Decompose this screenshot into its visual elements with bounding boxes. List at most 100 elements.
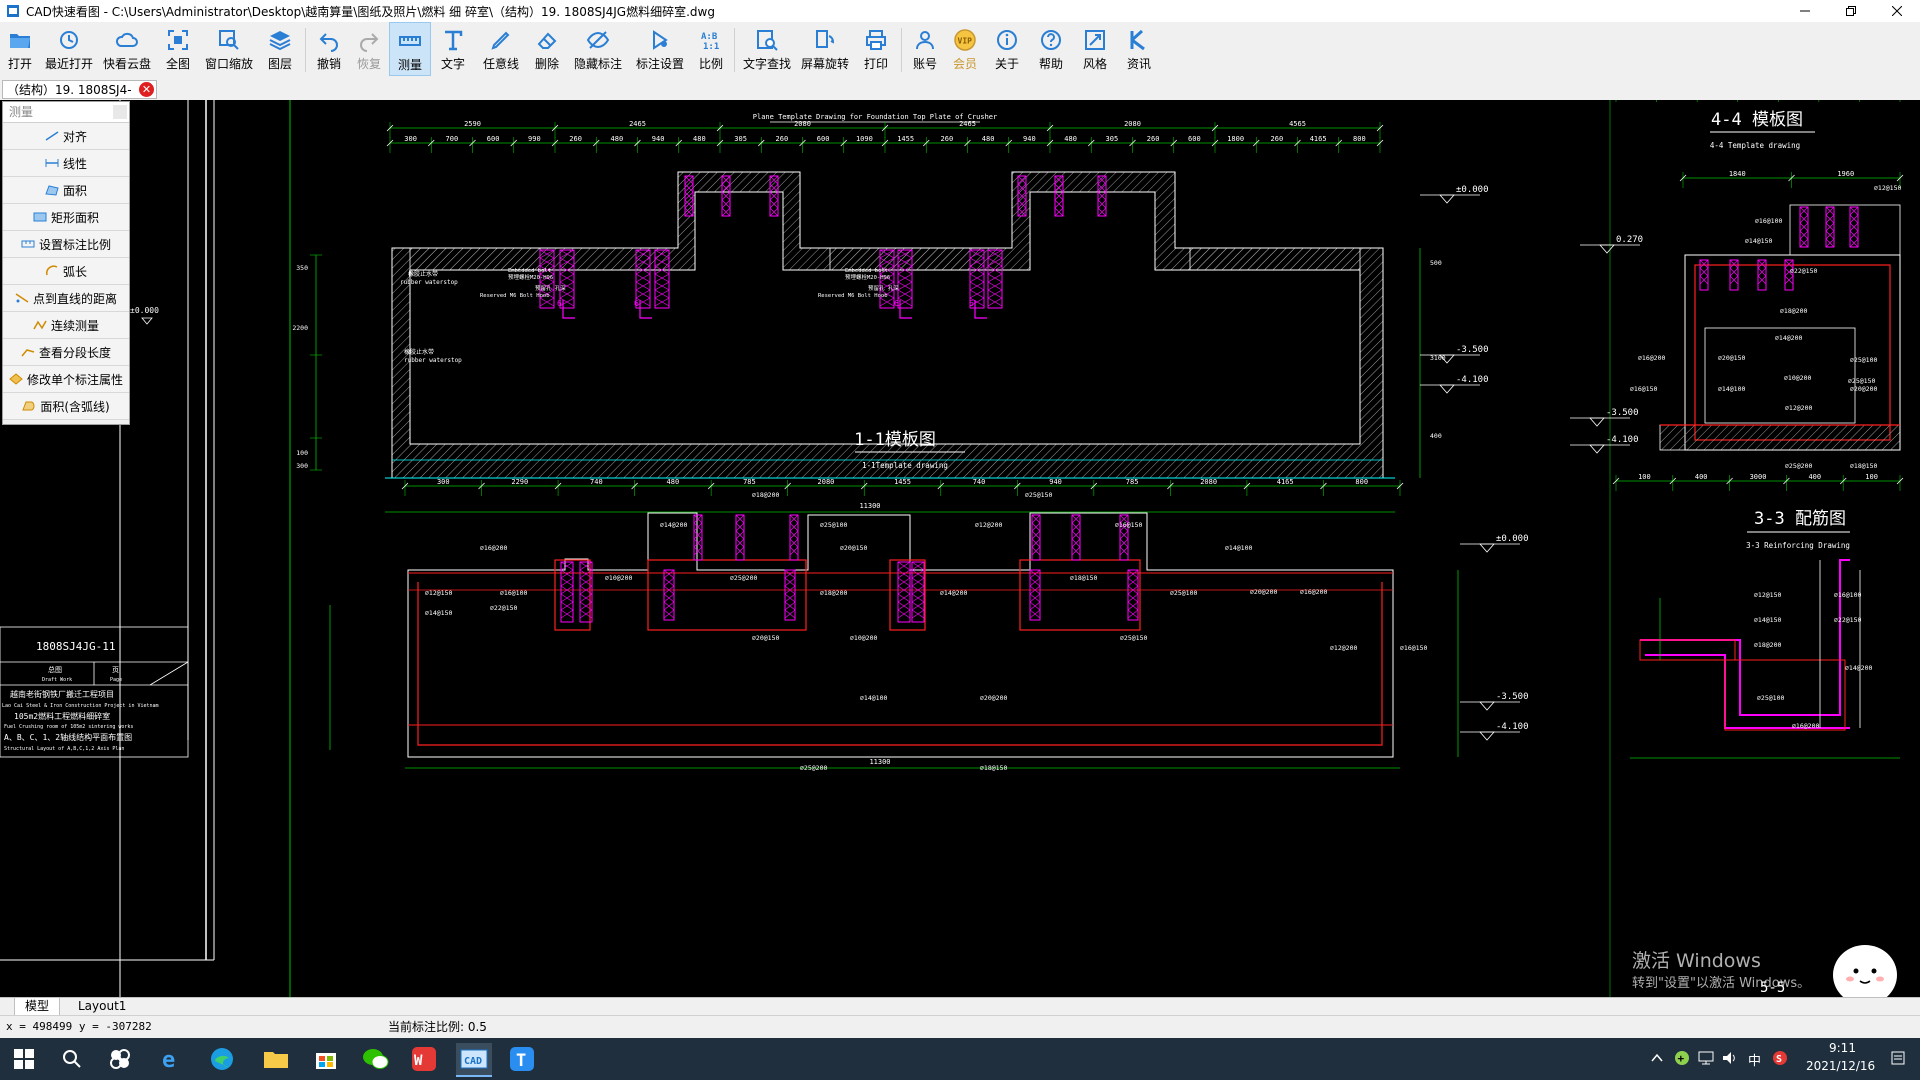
folder-icon [264, 1052, 288, 1068]
rebar-label: ⌀16@100 [1834, 591, 1861, 599]
section-5-label: 5-5 [1760, 980, 1786, 996]
svg-text:VIP: VIP [958, 37, 973, 46]
rebar-label: ⌀14@200 [940, 589, 967, 597]
section-mark-text: 6 [557, 299, 562, 308]
measure-button[interactable]: 测量 [389, 22, 431, 76]
tab-layout1[interactable]: Layout1 [68, 998, 136, 1015]
hide-annotation-button[interactable]: 隐藏标注 [567, 22, 629, 76]
measure-linear[interactable]: 线性 [3, 150, 129, 177]
tab-close-icon[interactable]: ✕ [139, 82, 154, 97]
tray-app-icon[interactable]: + [1674, 1050, 1690, 1066]
section-mark-text: 6 [894, 299, 899, 308]
elevation-text: -3.500 [1606, 408, 1639, 418]
network-icon[interactable] [1698, 1050, 1714, 1066]
account-button[interactable]: 账号 [905, 22, 945, 76]
fit-all-button[interactable]: 全图 [156, 22, 200, 76]
document-tab[interactable]: （结构）19. 1808SJ4- ✕ [2, 80, 157, 99]
measure-area-arc[interactable]: 面积(含弧线) [3, 393, 129, 420]
measure-panel-close-button[interactable] [113, 105, 127, 119]
project-name-en: Lao Cai Steel & Iron Construction Projec… [2, 703, 159, 709]
style-button[interactable]: 风格 [1073, 22, 1117, 76]
zoom-window-button[interactable]: 窗口缩放 [200, 22, 258, 76]
measure-segment-length[interactable]: 查看分段长度 [3, 339, 129, 366]
wechat-button[interactable] [360, 1043, 392, 1075]
rebar-label: ⌀25@150 [1025, 491, 1052, 499]
recent-button[interactable]: 最近打开 [40, 22, 98, 76]
antivirus-tray-icon[interactable]: S [1772, 1050, 1788, 1066]
section-4-4-rebar-cage [1694, 264, 1891, 441]
dimension-text: 4165 [1310, 135, 1327, 143]
delete-button[interactable]: 删除 [527, 22, 567, 76]
redo-button[interactable]: 恢复 [349, 22, 389, 76]
news-button[interactable]: 资讯 [1117, 22, 1161, 76]
print-button[interactable]: 打印 [854, 22, 898, 76]
svg-text:1:1: 1:1 [703, 42, 719, 52]
plate-bay [1189, 247, 1361, 271]
text-search-button[interactable]: 文字查找 [738, 22, 796, 76]
reserve-label: 预留孔 孔深 [868, 284, 899, 292]
title-bar: CAD快速看图 - C:\Users\Administrator\Desktop… [0, 0, 1920, 23]
edge-icon [211, 1048, 233, 1070]
dimension-text: 1090 [856, 135, 873, 143]
measure-area[interactable]: 面积 [3, 177, 129, 204]
text-button[interactable]: 文字 [431, 22, 475, 76]
drawing-canvas[interactable]: C ±0.000 1808SJ4JG-11 总图 Draft Work 页 Pa… [0, 100, 1920, 997]
measure-set-scale[interactable]: 设置标注比例 [3, 231, 129, 258]
annotation-settings-button[interactable]: 标注设置 [629, 22, 691, 76]
wps-button[interactable]: W [408, 1043, 440, 1075]
rotate-screen-button[interactable]: 屏幕旋转 [796, 22, 854, 76]
measure-point-to-line[interactable]: 点到直线的距离 [3, 285, 129, 312]
elevation-triangle [1589, 444, 1605, 454]
chevron-up-icon[interactable] [1651, 1052, 1663, 1064]
measure-arc-length[interactable]: 弧长 [3, 258, 129, 285]
ie-taskbar-button[interactable]: e [156, 1043, 188, 1075]
rebar-label: ⌀14@200 [1775, 334, 1802, 342]
freeline-button[interactable]: 任意线 [475, 22, 527, 76]
search-button[interactable] [56, 1043, 88, 1075]
section-1-1-bottom-dim-text: 11300 [869, 758, 890, 766]
measure-segment-length-label: 查看分段长度 [38, 345, 111, 360]
layers-button[interactable]: 图层 [258, 22, 302, 76]
dimension-text: 305 [734, 135, 747, 143]
about-label: 关于 [994, 57, 1019, 71]
cad-viewer-taskbar-button[interactable]: CAD [456, 1043, 492, 1077]
measure-edit-annotation[interactable]: 修改单个标注属性 [3, 366, 129, 393]
about-button[interactable]: 关于 [985, 22, 1029, 76]
wps-icon: W [412, 1047, 436, 1071]
volume-icon[interactable] [1722, 1050, 1738, 1066]
measure-rect-area[interactable]: 矩形面积 [3, 204, 129, 231]
vip-button[interactable]: VIP 会员 [945, 22, 985, 76]
file-explorer-button[interactable] [260, 1043, 292, 1075]
section-4-4-dim-chain-top: 1008004001500400100100 [1615, 100, 1901, 102]
taskbar-time[interactable]: 9:11 [1829, 1041, 1856, 1055]
ime-indicator[interactable]: 中 [1748, 1050, 1761, 1069]
cursor-coordinates: x = 498499 y = -307282 [6, 1020, 152, 1033]
measure-aligned[interactable]: 对齐 [3, 123, 129, 150]
activation-watermark-title: 激活 Windows [1632, 950, 1761, 972]
taskbar-date[interactable]: 2021/12/16 [1806, 1059, 1875, 1073]
minimize-button[interactable] [1782, 0, 1828, 22]
set-scale-icon [21, 240, 35, 248]
edge-taskbar-button[interactable] [206, 1043, 238, 1075]
measure-continuous[interactable]: 连续测量 [3, 312, 129, 339]
notification-icon[interactable] [1890, 1050, 1906, 1066]
elevation-text: -4.100 [1456, 375, 1489, 385]
start-button[interactable] [8, 1043, 40, 1075]
task-view-button[interactable] [104, 1043, 136, 1075]
svg-text:CAD: CAD [464, 1056, 482, 1067]
store-button[interactable] [310, 1043, 342, 1075]
measure-label: 测量 [397, 58, 422, 72]
help-button[interactable]: 帮助 [1029, 22, 1073, 76]
section-3-3-title: 3-3 配筋图 [1754, 509, 1846, 529]
close-window-button[interactable] [1874, 0, 1920, 22]
undo-button[interactable]: 撤销 [309, 22, 349, 76]
drawing-frame: C ±0.000 [0, 100, 1611, 997]
tab-model[interactable]: 模型 [14, 998, 61, 1016]
t-app-button[interactable]: T [506, 1043, 538, 1075]
cloud-button[interactable]: 快看云盘 [98, 22, 156, 76]
open-button[interactable]: 打开 [0, 22, 40, 76]
dimension-text: 260 [941, 135, 954, 143]
elevation-text: -3.500 [1496, 692, 1529, 702]
scale-button[interactable]: A:B 1:1 比例 [691, 22, 731, 76]
restore-button[interactable] [1828, 0, 1874, 22]
